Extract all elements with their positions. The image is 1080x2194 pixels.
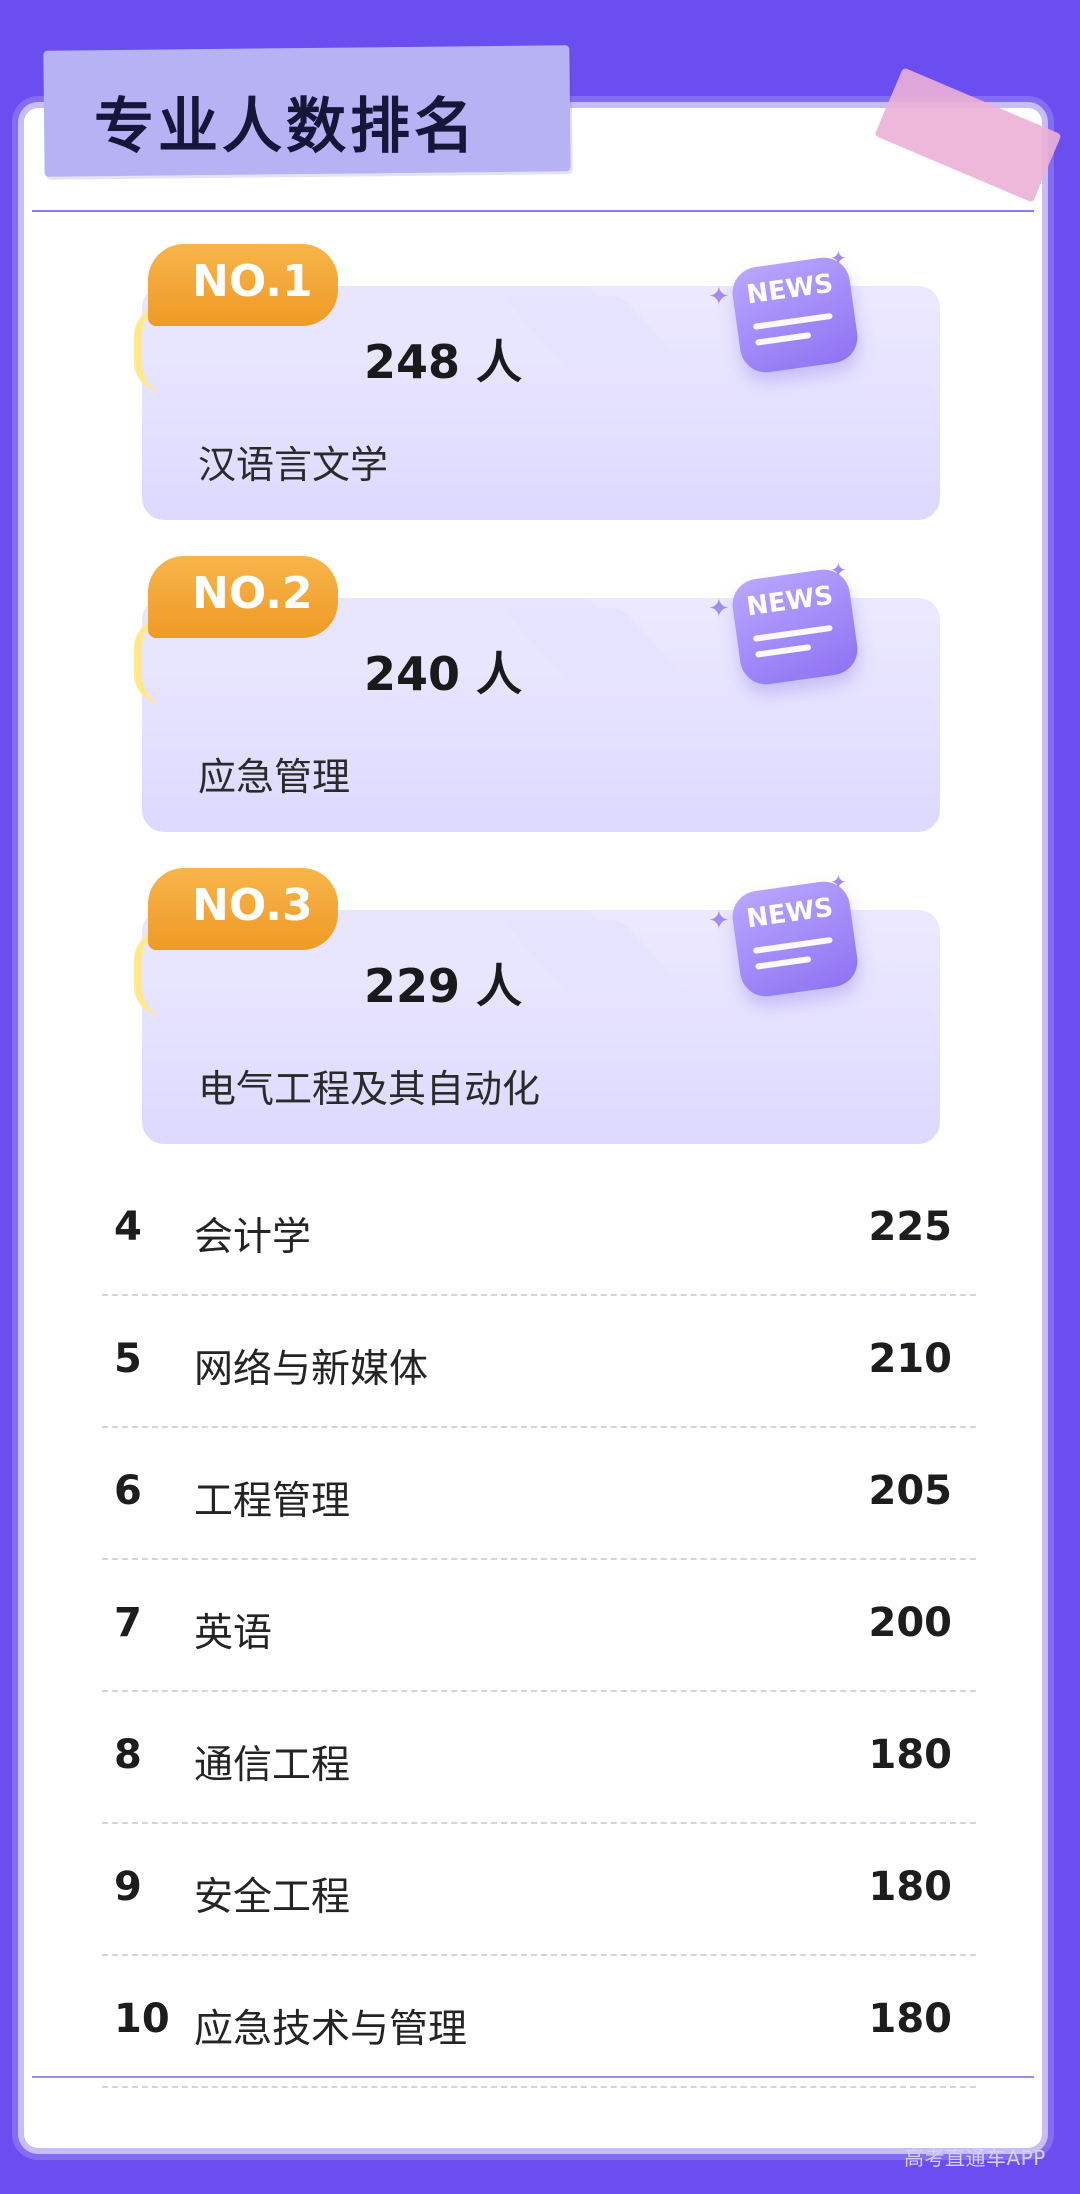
rank-number: 7 xyxy=(114,1600,142,1646)
student-count: 210 xyxy=(868,1336,953,1382)
sparkle-icon: ✦ xyxy=(830,558,847,582)
student-count: 240 人 xyxy=(364,647,523,701)
ranking-row: 7 英语 200 xyxy=(102,1560,976,1692)
major-name: 会计学 xyxy=(194,1215,312,1260)
rank-number: 9 xyxy=(114,1864,142,1910)
major-name: 应急管理 xyxy=(198,755,351,799)
rank-number: 5 xyxy=(114,1336,142,1382)
rank-number: 6 xyxy=(114,1468,142,1514)
ranking-row: 8 通信工程 180 xyxy=(102,1692,976,1824)
news-icon-label: NEWS xyxy=(744,580,835,623)
sparkle-icon: ✦ xyxy=(830,246,847,270)
news-icon-line xyxy=(755,956,812,970)
sparkle-icon: ✦ xyxy=(708,282,730,312)
rank-badge: NO.2 xyxy=(148,556,338,638)
sparkle-icon: ✦ xyxy=(830,870,847,894)
news-icon-line xyxy=(752,936,833,954)
student-count: 200 xyxy=(868,1600,953,1646)
app-watermark: 高考直通车APP xyxy=(904,2146,1046,2170)
major-name: 汉语言文学 xyxy=(198,443,389,487)
student-count: 180 xyxy=(868,1732,953,1778)
top-card-rank-2: NO.2 240 人 应急管理 NEWS ✦ ✦ xyxy=(134,556,940,832)
student-count: 205 xyxy=(868,1468,953,1514)
major-name: 应急技术与管理 xyxy=(194,2007,468,2052)
ranking-row: 6 工程管理 205 xyxy=(102,1428,976,1560)
major-name: 电气工程及其自动化 xyxy=(198,1067,541,1111)
page-title: 专业人数排名 xyxy=(94,92,478,162)
news-icon-label: NEWS xyxy=(744,268,835,311)
student-count: 225 xyxy=(868,1204,953,1250)
news-icon-line xyxy=(755,644,812,658)
news-icon-line xyxy=(755,332,812,346)
rank-number: 10 xyxy=(114,1996,170,2042)
major-name: 工程管理 xyxy=(194,1479,351,1524)
rank-badge-label: NO.3 xyxy=(192,880,313,931)
major-name: 网络与新媒体 xyxy=(194,1347,429,1392)
ranking-row: 4 会计学 225 xyxy=(102,1164,976,1296)
major-name: 通信工程 xyxy=(194,1743,351,1788)
major-name: 英语 xyxy=(194,1611,273,1656)
student-count: 248 人 xyxy=(364,335,523,389)
rank-badge-label: NO.1 xyxy=(192,256,313,307)
student-count: 180 xyxy=(868,1864,953,1910)
ranking-row: 10 应急技术与管理 180 xyxy=(102,1956,976,2088)
rank-badge: NO.1 xyxy=(148,244,338,326)
rank-badge-label: NO.2 xyxy=(192,568,313,619)
student-count: 229 人 xyxy=(364,959,523,1013)
sparkle-icon: ✦ xyxy=(708,594,730,624)
top-card-rank-1: NO.1 248 人 汉语言文学 NEWS ✦ ✦ xyxy=(134,244,940,520)
news-icon-line xyxy=(752,624,833,642)
rank-badge: NO.3 xyxy=(148,868,338,950)
page: 专业人数排名 NO.1 248 人 汉语言文学 NEWS ✦ ✦ NO.2 24… xyxy=(0,0,1080,2194)
top-card-rank-3: NO.3 229 人 电气工程及其自动化 NEWS ✦ ✦ xyxy=(134,868,940,1144)
news-icon-line xyxy=(752,312,833,330)
rank-number: 4 xyxy=(114,1204,142,1250)
news-icon-label: NEWS xyxy=(744,892,835,935)
news-icon: NEWS xyxy=(729,878,861,1000)
sparkle-icon: ✦ xyxy=(708,906,730,936)
ranking-row: 9 安全工程 180 xyxy=(102,1824,976,1956)
major-name: 安全工程 xyxy=(194,1875,351,1920)
rank-number: 8 xyxy=(114,1732,142,1778)
ranking-row: 5 网络与新媒体 210 xyxy=(102,1296,976,1428)
news-icon: NEWS xyxy=(729,254,861,376)
news-icon: NEWS xyxy=(729,566,861,688)
student-count: 180 xyxy=(868,1996,953,2042)
